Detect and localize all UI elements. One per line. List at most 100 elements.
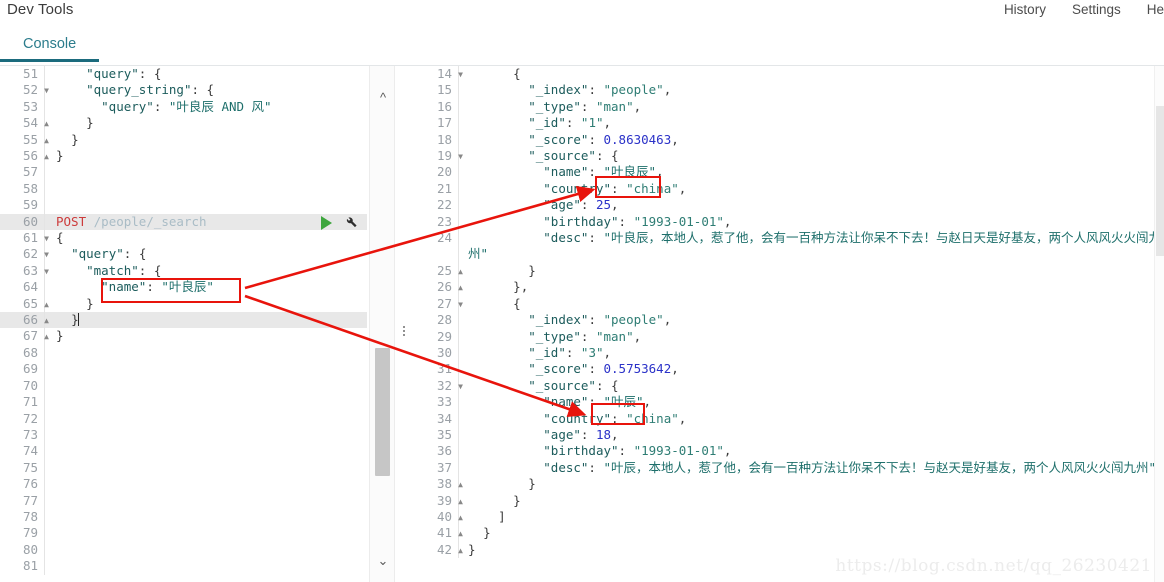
fold-caret-down-icon[interactable]: ▼ <box>454 149 463 165</box>
code-line[interactable]: 72 <box>0 410 367 427</box>
code-line[interactable]: 20 "name": "叶良辰", <box>410 164 1164 181</box>
code-line[interactable]: 58 <box>0 180 367 198</box>
fold-caret-down-icon[interactable]: ▼ <box>454 379 463 395</box>
code-line[interactable]: 80 <box>0 541 367 559</box>
request-editor-scrollbar[interactable]: ^ ⌄ <box>369 66 395 582</box>
code-line[interactable]: 52 ▼ "query_string": { <box>0 82 367 99</box>
request-editor-pane[interactable]: 51 "query": {52 ▼ "query_string": {53 "qu… <box>0 66 367 582</box>
code-line[interactable]: 79 <box>0 525 367 542</box>
code-line[interactable]: 41 ▲ } <box>410 525 1164 542</box>
code-line[interactable]: 22 "age": 25, <box>410 197 1164 214</box>
code-line[interactable]: 29 "_type": "man", <box>410 328 1164 345</box>
code-line[interactable]: 34 "country": "china", <box>410 410 1164 427</box>
vertical-dots-icon[interactable] <box>399 322 409 340</box>
code-line[interactable]: 21 "country": "china", <box>410 180 1164 198</box>
fold-caret-up-icon[interactable]: ▲ <box>454 526 463 542</box>
fold-caret-down-icon[interactable]: ▼ <box>454 297 463 313</box>
line-number: 24 <box>436 230 452 246</box>
code-line[interactable]: 14 ▼ { <box>410 66 1164 83</box>
code-line[interactable]: 53 "query": "叶良辰 AND 风" <box>0 98 367 116</box>
code-line[interactable]: 62 ▼ "query": { <box>0 246 367 263</box>
code-line[interactable]: 40 ▲ ] <box>410 508 1164 526</box>
fold-caret-up-icon[interactable]: ▲ <box>40 149 49 165</box>
code-line[interactable]: 57 <box>0 164 367 181</box>
code-line[interactable]: 64 "name": "叶良辰" <box>0 279 367 296</box>
code-line[interactable]: 31 "_score": 0.5753642, <box>410 361 1164 378</box>
fold-caret-up-icon[interactable]: ▲ <box>454 264 463 280</box>
code-line[interactable]: 69 <box>0 361 367 378</box>
fold-caret-down-icon[interactable]: ▼ <box>40 83 49 99</box>
fold-caret-up-icon[interactable]: ▲ <box>40 313 49 329</box>
code-line[interactable]: 67 ▲} <box>0 328 367 345</box>
code-line[interactable]: 55 ▲ } <box>0 131 367 149</box>
chevron-down-icon[interactable]: ⌄ <box>370 550 396 572</box>
fold-caret-up-icon[interactable]: ▲ <box>454 477 463 493</box>
play-icon[interactable] <box>321 216 332 231</box>
fold-caret-up-icon[interactable]: ▲ <box>454 494 463 510</box>
scrollbar-thumb[interactable] <box>375 348 390 476</box>
fold-caret-up-icon[interactable]: ▲ <box>40 116 49 132</box>
code-line[interactable]: 32 ▼ "_source": { <box>410 377 1164 395</box>
code-line[interactable]: 15 "_index": "people", <box>410 82 1164 99</box>
fold-caret-up-icon[interactable]: ▲ <box>454 280 463 296</box>
nav-item-help[interactable]: He <box>1147 0 1164 20</box>
code-line[interactable]: 60 POST /people/_search <box>0 213 367 231</box>
code-line[interactable]: 27 ▼ { <box>410 295 1164 313</box>
code-line[interactable]: 71 <box>0 394 367 411</box>
fold-caret-up-icon[interactable]: ▲ <box>454 543 463 559</box>
code-line[interactable]: 73 <box>0 426 367 444</box>
code-line[interactable]: 42 ▲} <box>410 541 1164 559</box>
code-line[interactable]: 74 <box>0 443 367 460</box>
code-line[interactable]: 75 <box>0 459 367 477</box>
code-line[interactable]: 68 <box>0 344 367 362</box>
code-line[interactable]: 36 "birthday": "1993-01-01", <box>410 443 1164 460</box>
code-line[interactable]: 23 "birthday": "1993-01-01", <box>410 213 1164 231</box>
fold-caret-down-icon[interactable]: ▼ <box>40 231 49 247</box>
code-line[interactable]: 70 <box>0 377 367 395</box>
code-line[interactable]: 26 ▲ }, <box>410 279 1164 296</box>
scrollbar-thumb[interactable] <box>1156 106 1164 256</box>
line-number: 62 ▼ <box>22 246 49 262</box>
chevron-up-icon[interactable]: ^ <box>370 86 396 108</box>
code-line[interactable]: 35 "age": 18, <box>410 426 1164 444</box>
code-line[interactable]: 78 <box>0 508 367 526</box>
fold-caret-up-icon[interactable]: ▲ <box>40 133 49 149</box>
line-number: 37 <box>436 459 452 475</box>
code-line[interactable]: 19 ▼ "_source": { <box>410 148 1164 165</box>
fold-caret-down-icon[interactable]: ▼ <box>454 67 463 83</box>
response-viewer-pane[interactable]: 14 ▼ {15 "_index": "people", 16 "_type": "… <box>410 66 1164 582</box>
code-line[interactable]: 17 "_id": "1", <box>410 115 1164 132</box>
code-line[interactable]: 61 ▼ { <box>0 230 367 247</box>
code-line[interactable]: 28 "_index": "people", <box>410 312 1164 329</box>
code-line[interactable]: 63 ▼ "match": { <box>0 262 367 280</box>
code-line[interactable]: 56 ▲} <box>0 148 367 165</box>
fold-caret-up-icon[interactable]: ▲ <box>40 297 49 313</box>
fold-caret-up-icon[interactable]: ▲ <box>454 510 463 526</box>
code-line[interactable]: 30 "_id": "3", <box>410 344 1164 362</box>
nav-item-settings[interactable]: Settings <box>1072 0 1121 20</box>
code-line[interactable]: 37 "desc": "叶辰，本地人，惹了他，会有一百种方法让你呆不下去！与赵天… <box>410 459 1164 477</box>
code-line[interactable]: 38 ▲ } <box>410 476 1164 493</box>
code-line[interactable]: 16 "_type": "man", <box>410 98 1164 116</box>
code-line[interactable]: 33 "name": "叶辰", <box>410 394 1164 411</box>
code-line[interactable]: 81 <box>0 558 367 575</box>
fold-caret-up-icon[interactable]: ▲ <box>40 329 49 345</box>
tab-console[interactable]: Console <box>0 35 100 62</box>
code-text: "desc": "叶良辰，本地人，惹了他，会有一百种方法让你呆不下去！与赵日天是… <box>468 230 1162 262</box>
code-line[interactable]: 65 ▲ } <box>0 295 367 313</box>
code-line[interactable]: 77 <box>0 492 367 509</box>
code-line[interactable]: 66 ▲ } <box>0 312 367 329</box>
code-line[interactable]: 54 ▲ } <box>0 115 367 132</box>
code-line[interactable]: 24 "desc": "叶良辰，本地人，惹了他，会有一百种方法让你呆不下去！与赵… <box>410 230 1164 263</box>
wrench-icon[interactable] <box>344 216 359 231</box>
code-line[interactable]: 51 "query": { <box>0 66 367 83</box>
nav-item-history[interactable]: History <box>1004 0 1046 20</box>
fold-caret-down-icon[interactable]: ▼ <box>40 247 49 263</box>
code-line[interactable]: 59 <box>0 197 367 214</box>
code-line[interactable]: 39 ▲ } <box>410 492 1164 510</box>
code-line[interactable]: 76 <box>0 476 367 493</box>
response-viewer-scrollbar[interactable] <box>1154 66 1164 582</box>
code-line[interactable]: 18 "_score": 0.8630463, <box>410 131 1164 149</box>
code-line[interactable]: 25 ▲ } <box>410 262 1164 280</box>
fold-caret-down-icon[interactable]: ▼ <box>40 264 49 280</box>
